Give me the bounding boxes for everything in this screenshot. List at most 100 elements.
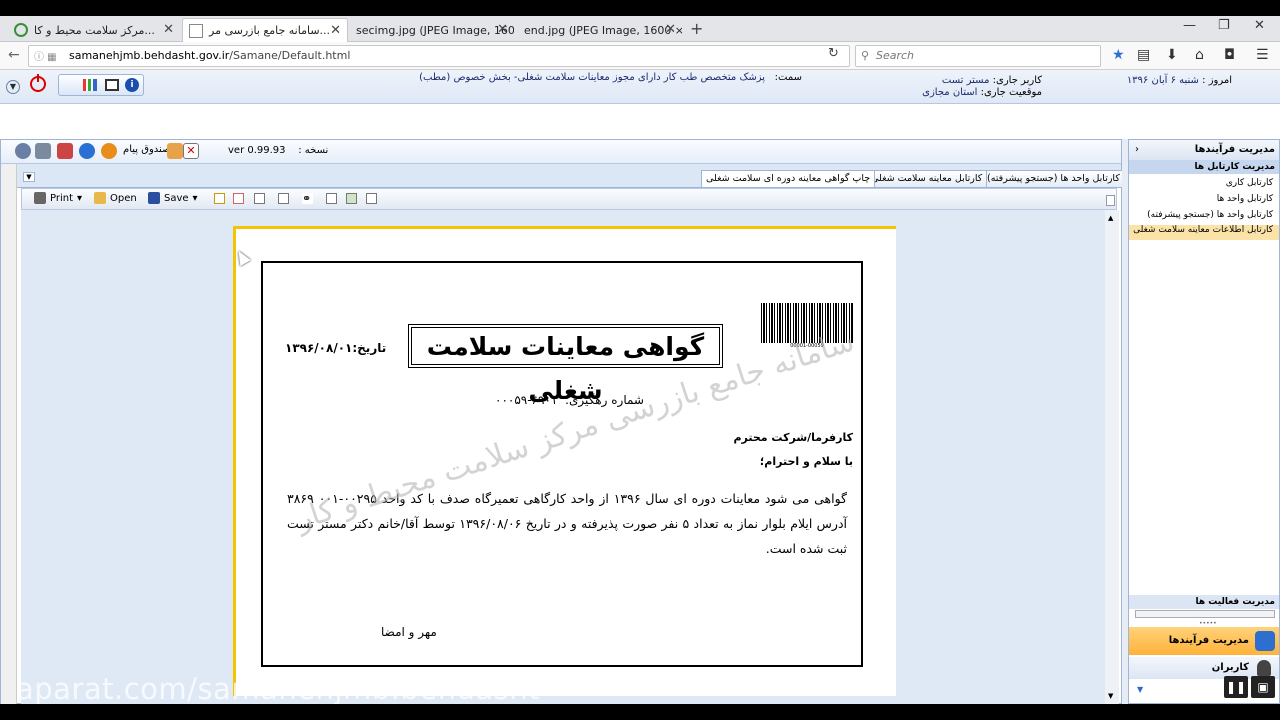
library-icon[interactable]: ▤: [1137, 47, 1150, 63]
download-icon[interactable]: ⬇: [1166, 47, 1178, 63]
main-panel: صندوق پیام ✕ نسخه : ver 0.99.93 ▼ کارتاب…: [0, 139, 1125, 704]
thumbnails-icon[interactable]: [366, 193, 377, 204]
tab-occupational-exam[interactable]: کارتابل معاینه سلامت شغلی: [866, 170, 988, 187]
user-settings-icon[interactable]: [15, 143, 31, 159]
refresh-favicon-icon: [14, 23, 28, 37]
mailbox-icon[interactable]: [101, 143, 117, 159]
close-window-icon[interactable]: ✕: [1254, 18, 1265, 33]
toolbar-overflow-icon[interactable]: [1106, 195, 1115, 206]
letterbox-top: [0, 0, 1280, 16]
browser-tab[interactable]: end.jpg (JPEG Image, 1600 × 8... ✕: [518, 18, 682, 42]
app-header: امروز : شنبه ۶ آبان ۱۳۹۶ کاربر جاری: مست…: [0, 70, 1280, 104]
excel-icon[interactable]: ✕: [183, 143, 199, 159]
salutation-employer: کارفرما/شرکت محترم: [733, 431, 853, 444]
multi-page-icon[interactable]: [346, 193, 357, 204]
save-button[interactable]: Save ▾: [148, 192, 198, 204]
browser-tab[interactable]: مرکز سلامت محیط و کا... ✕: [8, 18, 180, 42]
close-tab-icon[interactable]: ✕: [497, 22, 508, 37]
current-role: سمت: پزشک متخصص طب کار دارای مجوز معاینا…: [419, 72, 802, 83]
search-input[interactable]: ⚲ Search: [855, 45, 1101, 67]
sidebar-section-cartables[interactable]: مدیریت کارتابل ها: [1129, 160, 1279, 174]
certificate-title: گواهی معاینات سلامت شغلی: [408, 324, 723, 405]
minimize-icon[interactable]: —: [1183, 18, 1196, 33]
chart-icon[interactable]: [83, 79, 97, 91]
process-icon: [1255, 631, 1275, 651]
sidebar-item-work-cartable[interactable]: کارتابل کاری: [1226, 178, 1273, 188]
version-info: نسخه : ver 0.99.93: [228, 145, 329, 156]
barcode: 00001-00059: [761, 303, 853, 351]
tracking-number: شماره رهگیری: ۶۹۰۱-۰۰۰۵۹: [495, 393, 644, 407]
navigation-bar: ← samanehjmb.behdasht.gov.ir/Samane/Defa…: [0, 42, 1280, 70]
report-page: 00001-00059 گواهی معاینات سلامت شغلی تار…: [233, 226, 896, 696]
home-icon[interactable]: ⌂: [1195, 47, 1204, 63]
single-page-icon[interactable]: [326, 193, 337, 204]
menu-icon[interactable]: ☰: [1256, 47, 1269, 63]
info-icon[interactable]: i: [125, 78, 139, 92]
barcode-bars: [761, 303, 853, 343]
power-logout-icon[interactable]: [30, 74, 46, 92]
url-host: samanehjmb.behdasht.gov.ir: [69, 49, 230, 62]
browser-tab-label: سامانه جامع بازرسی مر...: [209, 24, 331, 37]
sidebar-hscrollbar[interactable]: [1135, 610, 1275, 618]
report-scrollbar[interactable]: ▲ ▼: [1105, 210, 1119, 704]
site-info-icon[interactable]: ⓘ ▦: [34, 48, 57, 63]
collapse-icon[interactable]: ▼: [23, 172, 35, 182]
envelope-icon[interactable]: [167, 143, 183, 159]
pause-icon[interactable]: ❚❚: [1224, 676, 1248, 698]
resize-grip[interactable]: •••••: [1199, 620, 1217, 627]
message-box-link[interactable]: صندوق پیام: [123, 144, 171, 155]
back-arrow-icon[interactable]: ←: [8, 47, 20, 63]
main-toolbar: صندوق پیام ✕ نسخه : ver 0.99.93: [1, 140, 1121, 164]
sidebar-item-exam-info[interactable]: کارتابل اطلاعات معاینه سلامت شغلی: [1129, 225, 1279, 240]
close-tab-icon[interactable]: ✕: [163, 22, 174, 37]
process-management-button[interactable]: مدیریت فرآیندها: [1129, 627, 1279, 655]
browser-tab[interactable]: secimg.jpg (JPEG Image, 1600 ... ✕: [350, 18, 514, 42]
chevron-down-icon[interactable]: ▼: [1137, 685, 1143, 694]
user-remove-icon[interactable]: [57, 143, 73, 159]
window-icon[interactable]: [105, 79, 119, 91]
pocket-icon[interactable]: ◘: [1224, 47, 1235, 63]
users-icon[interactable]: [35, 143, 51, 159]
collapse-sidebar-icon[interactable]: ‹: [1135, 140, 1139, 160]
certificate-date: تاریخ:۱۳۹۶/۰۸/۰۱: [285, 341, 387, 355]
left-scrollbar[interactable]: [1, 164, 17, 704]
tab-print-certificate[interactable]: چاپ گواهی معاینه دوره ای سلامت شغلی: [701, 170, 876, 187]
sidebar-item-units-cartable[interactable]: کارتابل واحد ها: [1217, 194, 1273, 204]
open-button[interactable]: Open: [94, 192, 137, 204]
reload-icon[interactable]: ↻: [828, 46, 839, 61]
search-placeholder: Search: [876, 49, 915, 62]
scroll-down-icon[interactable]: ▼: [1108, 692, 1113, 700]
new-tab-icon[interactable]: +: [690, 19, 703, 38]
browser-tab-active[interactable]: سامانه جامع بازرسی مر... ✕: [182, 18, 348, 42]
salutation-greeting: با سلام و احترام؛: [759, 455, 853, 468]
folder-icon: [94, 192, 106, 204]
tab-units-advanced-search[interactable]: کارتابل واحد ها (جستجو پیشرفته): [982, 170, 1125, 187]
bookmark-star-icon[interactable]: ★: [1112, 47, 1125, 63]
current-location: موقعیت جاری: استان مجازی: [922, 87, 1042, 98]
user-icon: [1257, 660, 1271, 676]
close-tab-icon[interactable]: ✕: [330, 23, 341, 38]
zoom-page-icon[interactable]: [278, 193, 289, 204]
delete-page-icon[interactable]: [233, 193, 244, 204]
browser-tab-label: end.jpg (JPEG Image, 1600 × 8...: [524, 23, 682, 37]
url-bar[interactable]: samanehjmb.behdasht.gov.ir/Samane/Defaul…: [28, 45, 850, 67]
sidebar-item-units-advanced[interactable]: کارتابل واحد ها (جستجو پیشرفته): [1147, 210, 1273, 220]
restore-icon[interactable]: ❐: [1218, 18, 1230, 33]
header-quick-buttons: i: [58, 74, 144, 96]
print-button[interactable]: Print ▾: [34, 192, 82, 204]
signature-label: مهر و امضا: [381, 625, 437, 639]
user-lock-icon[interactable]: [79, 143, 95, 159]
url-path: /Samane/Default.html: [229, 49, 351, 62]
browser-tab-strip: مرکز سلامت محیط و کا... ✕ سامانه جامع با…: [0, 16, 1280, 42]
chevron-down-icon[interactable]: ▼: [6, 80, 20, 94]
sidebar-section-activities[interactable]: مدیریت فعالیت ها: [1129, 595, 1279, 609]
browser-tab-label: secimg.jpg (JPEG Image, 1600 ...: [356, 23, 514, 37]
page-icon[interactable]: [254, 193, 265, 204]
find-icon[interactable]: ⚭: [302, 193, 313, 204]
scroll-up-icon[interactable]: ▲: [1108, 214, 1113, 222]
browser-tab-label: مرکز سلامت محیط و کا...: [34, 23, 155, 37]
picture-in-picture-icon[interactable]: ▣: [1251, 676, 1275, 698]
page-setup-icon[interactable]: [214, 193, 225, 204]
sidebar: مدیریت فرآیندها ‹ مدیریت کارتابل ها کارتا…: [1128, 139, 1280, 704]
close-tab-icon[interactable]: ✕: [665, 22, 676, 37]
